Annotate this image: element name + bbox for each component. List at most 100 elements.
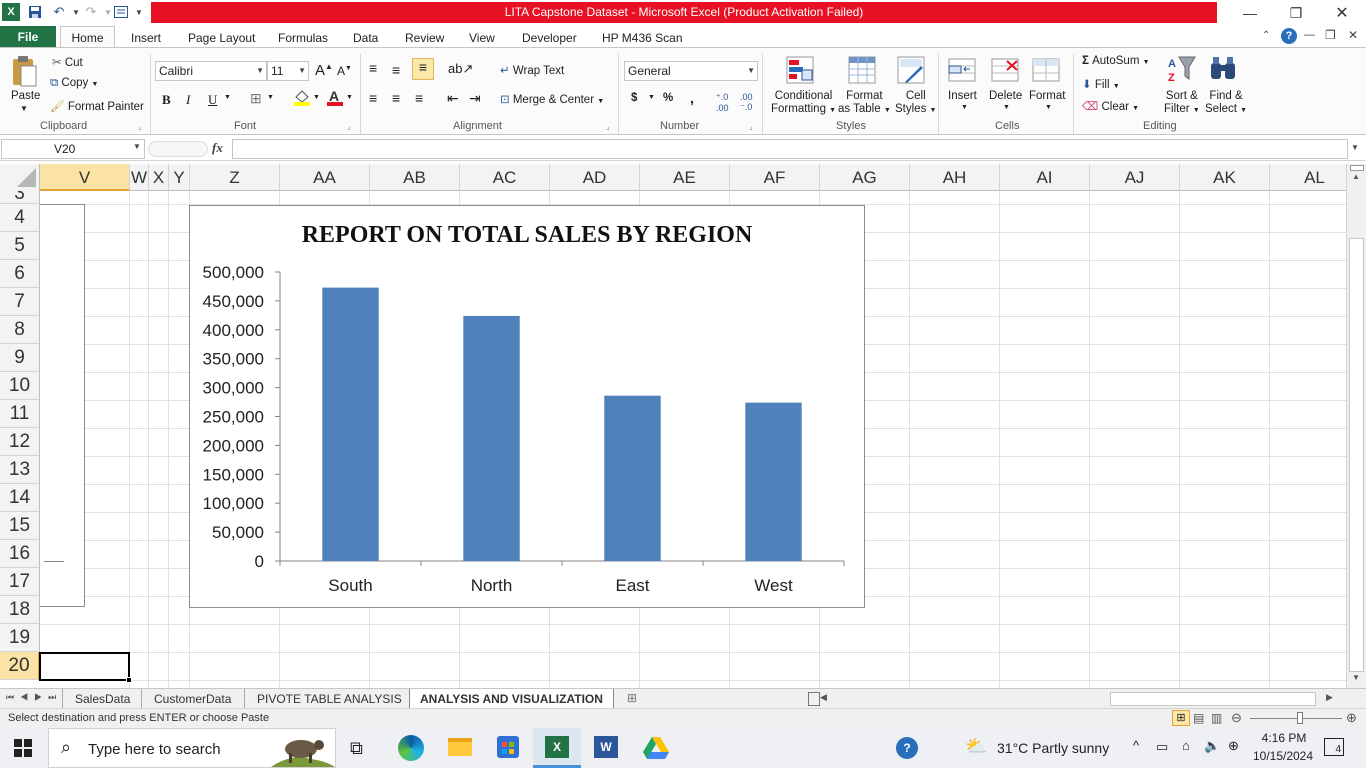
alignment-launcher-icon[interactable]: ⌟: [606, 122, 610, 131]
language-icon[interactable]: ⊕: [1228, 738, 1239, 754]
row-header-11[interactable]: 11: [0, 400, 40, 428]
row-header-7[interactable]: 7: [0, 288, 40, 316]
workbook-minimize-icon[interactable]: —: [1304, 29, 1315, 41]
vertical-scrollbar[interactable]: ▲ ▼: [1346, 164, 1366, 688]
notification-center-icon[interactable]: 4: [1324, 738, 1344, 756]
increase-indent-icon[interactable]: ⇥: [469, 90, 481, 107]
merge-center-button[interactable]: ⊡ Merge & Center ▼: [500, 92, 604, 106]
paste-dropdown-icon[interactable]: ▼: [20, 104, 28, 113]
format-cells-button[interactable]: Format: [1029, 90, 1065, 102]
delete-cells-icon[interactable]: [991, 56, 1021, 87]
align-center-icon[interactable]: ≡: [392, 90, 400, 106]
row-header-4[interactable]: 4: [0, 204, 40, 232]
column-header-aj[interactable]: AJ: [1090, 164, 1180, 191]
format-as-table-button[interactable]: Format as Table ▼: [838, 90, 891, 117]
horizontal-scrollbar[interactable]: [832, 692, 1318, 706]
column-header-aa[interactable]: AA: [280, 164, 370, 191]
name-box[interactable]: V20: [1, 139, 145, 159]
column-header-ah[interactable]: AH: [910, 164, 1000, 191]
clipboard-launcher-icon[interactable]: ⌟: [138, 122, 142, 131]
row-header-16[interactable]: 16: [0, 540, 40, 568]
font-color-dropdown-icon[interactable]: ▼: [346, 94, 353, 101]
tab-review[interactable]: Review: [405, 29, 444, 48]
zoom-slider[interactable]: [1250, 718, 1342, 719]
column-header-ae[interactable]: AE: [640, 164, 730, 191]
sort-filter-icon[interactable]: AZ: [1167, 54, 1197, 87]
tab-page-layout[interactable]: Page Layout: [188, 29, 255, 48]
select-all-corner[interactable]: [0, 164, 40, 191]
sales-by-region-chart[interactable]: REPORT ON TOTAL SALES BY REGION 0 50,000 1…: [189, 205, 865, 608]
align-middle-icon[interactable]: ≡: [392, 62, 400, 78]
row-header-20[interactable]: 20: [0, 652, 40, 680]
comma-button[interactable]: ,: [690, 90, 694, 106]
restore-button[interactable]: ❐: [1273, 0, 1319, 26]
format-painter-button[interactable]: 🖌 Format Painter: [50, 99, 144, 113]
paste-icon[interactable]: [10, 54, 38, 91]
align-bottom-icon[interactable]: ≡: [412, 58, 434, 80]
zoom-slider-thumb[interactable]: [1297, 712, 1303, 724]
show-hidden-icons[interactable]: ^: [1133, 738, 1139, 753]
insert-cells-icon[interactable]: [948, 56, 978, 87]
bold-button[interactable]: B: [162, 92, 171, 108]
conditional-formatting-icon[interactable]: [786, 56, 814, 87]
paste-button[interactable]: Paste: [11, 90, 40, 102]
font-name-combo[interactable]: Calibri ▼: [155, 61, 267, 81]
column-header-al[interactable]: AL: [1270, 164, 1346, 191]
conditional-formatting-button[interactable]: Conditional Formatting ▼: [771, 90, 836, 117]
save-icon[interactable]: [26, 3, 44, 21]
customize-qat-icon[interactable]: ▼: [130, 3, 148, 21]
font-launcher-icon[interactable]: ⌟: [347, 122, 351, 131]
edge-icon[interactable]: [398, 735, 424, 761]
number-format-combo[interactable]: General ▼: [624, 61, 758, 81]
tab-insert[interactable]: Insert: [131, 29, 161, 48]
cell-styles-icon[interactable]: [897, 56, 925, 87]
battery-icon[interactable]: ▭: [1156, 739, 1168, 755]
tab-view[interactable]: View: [469, 29, 495, 48]
hscroll-thumb[interactable]: [1110, 692, 1316, 706]
row-header-9[interactable]: 9: [0, 344, 40, 372]
font-size-combo[interactable]: 11 ▼: [267, 61, 309, 81]
borders-icon[interactable]: ⊞: [250, 90, 262, 107]
workbook-restore-icon[interactable]: ❐: [1325, 28, 1336, 42]
sheet-tab-salesdata[interactable]: SalesData: [62, 689, 142, 709]
hscroll-right-icon[interactable]: ▶: [1326, 692, 1333, 703]
help-icon[interactable]: ?: [1281, 28, 1297, 44]
workbook-close-icon[interactable]: ✕: [1348, 28, 1358, 42]
tab-split-handle[interactable]: [808, 692, 820, 706]
tab-developer[interactable]: Developer: [522, 29, 577, 48]
row-header-18[interactable]: 18: [0, 596, 40, 624]
undo-icon[interactable]: ↶: [50, 3, 68, 21]
help-tray-icon[interactable]: ?: [896, 737, 918, 759]
minimize-button[interactable]: —: [1227, 0, 1273, 26]
column-header-z[interactable]: Z: [190, 164, 280, 191]
tab-file[interactable]: File: [0, 26, 56, 48]
font-color-icon[interactable]: A: [326, 88, 344, 109]
redo-icon[interactable]: ↷: [82, 3, 100, 21]
currency-dropdown-icon[interactable]: ▼: [648, 94, 655, 101]
insert-sheet-icon[interactable]: ⊞: [627, 691, 637, 705]
find-select-button[interactable]: Find & Select ▼: [1205, 90, 1247, 117]
tab-data[interactable]: Data: [353, 29, 378, 48]
column-header-af[interactable]: AF: [730, 164, 820, 191]
italic-button[interactable]: I: [186, 92, 190, 108]
column-header-w[interactable]: W: [130, 164, 149, 191]
format-cells-icon[interactable]: [1032, 56, 1062, 87]
currency-button[interactable]: $: [631, 92, 637, 104]
underline-dropdown-icon[interactable]: ▼: [224, 94, 231, 101]
row-header-13[interactable]: 13: [0, 456, 40, 484]
clear-button[interactable]: ⌫ Clear ▼: [1082, 99, 1139, 113]
column-header-ad[interactable]: AD: [550, 164, 640, 191]
expand-formula-bar-icon[interactable]: ▼: [1351, 143, 1359, 152]
delete-cells-button[interactable]: Delete: [989, 90, 1022, 102]
tab-hp-scan[interactable]: HP M436 Scan: [602, 29, 683, 48]
number-launcher-icon[interactable]: ⌟: [749, 122, 753, 131]
scroll-thumb[interactable]: [1349, 238, 1364, 672]
offscreen-chart-fragment[interactable]: [40, 204, 85, 607]
column-header-ab[interactable]: AB: [370, 164, 460, 191]
orientation-icon[interactable]: ab↗: [448, 61, 473, 77]
sheet-tab-customerdata[interactable]: CustomerData: [141, 689, 243, 709]
wrap-text-button[interactable]: ↵ Wrap Text: [500, 63, 564, 77]
sheet-nav-icons[interactable]: ⏮◀▶⏭: [6, 692, 62, 703]
page-layout-view-icon[interactable]: ▤: [1193, 711, 1204, 725]
close-button[interactable]: ✕: [1319, 0, 1365, 26]
